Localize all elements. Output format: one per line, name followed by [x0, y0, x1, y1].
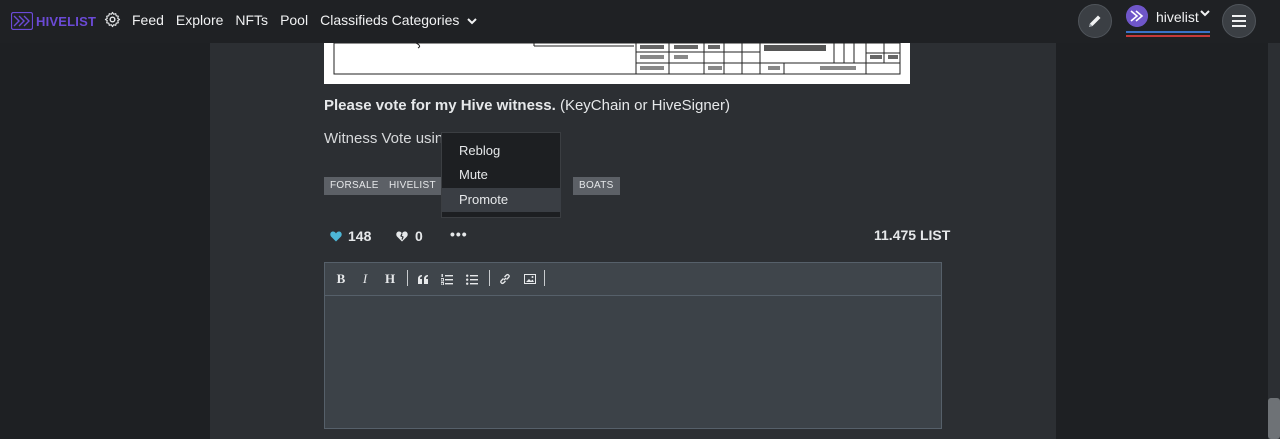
more-options-icon[interactable]: •••	[450, 226, 468, 242]
toolbar-separator	[544, 270, 545, 286]
nav-feed[interactable]: Feed	[132, 12, 164, 28]
upvote-button[interactable]: 148	[330, 228, 371, 244]
hivelist-logo[interactable]: HIVELIST	[11, 12, 96, 30]
comment-editor: B I H	[324, 262, 942, 429]
scrollbar-thumb[interactable]	[1268, 398, 1280, 439]
mute-menu-item[interactable]: Mute	[442, 163, 561, 187]
top-navbar: HIVELIST Feed Explore NFTs Pool Classifi…	[0, 0, 1280, 43]
promote-menu-item[interactable]: Promote	[442, 188, 561, 212]
nav-nfts[interactable]: NFTs	[235, 12, 268, 28]
avatar	[1126, 5, 1148, 27]
tag-forsale[interactable]: FORSALE	[324, 177, 385, 195]
chevron-down-icon	[1200, 10, 1210, 17]
post-payout: 11.475 LIST	[874, 227, 951, 243]
page-scrollbar[interactable]	[1268, 43, 1280, 439]
broken-heart-icon	[396, 231, 408, 241]
tag-boats[interactable]: BOATS	[573, 177, 620, 195]
hivelist-logo-icon	[11, 12, 33, 30]
comment-textarea[interactable]	[325, 296, 941, 428]
nav-classifieds-categories[interactable]: Classifieds Categories	[320, 12, 477, 28]
menu-icon	[1232, 15, 1246, 27]
image-button[interactable]	[521, 270, 539, 288]
italic-button[interactable]: I	[356, 270, 374, 288]
toolbar-separator	[407, 270, 408, 286]
tag-hivelist[interactable]: HIVELIST	[383, 177, 442, 195]
quote-button[interactable]	[414, 270, 432, 288]
nav-classifieds-label: Classifieds Categories	[320, 12, 460, 28]
unordered-list-button[interactable]	[463, 270, 481, 288]
hamburger-menu-button[interactable]	[1222, 4, 1256, 38]
heading-button[interactable]: H	[381, 270, 399, 288]
gear-icon[interactable]	[104, 11, 121, 28]
user-power-bar	[1126, 31, 1210, 33]
ordered-list-icon	[441, 273, 453, 285]
image-icon	[524, 274, 536, 284]
downvote-count: 0	[415, 228, 423, 244]
reblog-menu-item[interactable]: Reblog	[442, 139, 561, 163]
logo-text: HIVELIST	[36, 13, 97, 29]
ordered-list-button[interactable]	[438, 270, 456, 288]
upvote-count: 148	[348, 228, 372, 244]
witness-vote-bold: Please vote for my Hive witness.	[324, 97, 556, 114]
user-rc-bar	[1126, 35, 1210, 37]
user-menu[interactable]: hivelist	[1126, 5, 1212, 37]
main-nav: Feed Explore NFTs Pool Classifieds Categ…	[132, 12, 489, 28]
witness-vote-prompt: Please vote for my Hive witness. (KeyCha…	[324, 97, 730, 114]
downvote-button[interactable]: 0	[396, 228, 423, 244]
quote-icon	[417, 274, 428, 284]
username: hivelist	[1156, 9, 1199, 25]
witness-vote-using: Witness Vote using	[324, 130, 452, 147]
editor-toolbar: B I H	[325, 263, 941, 296]
post-options-dropdown: Reblog Mute Promote	[441, 132, 561, 218]
unordered-list-icon	[466, 274, 478, 285]
create-post-button[interactable]	[1078, 4, 1112, 38]
witness-vote-rest: (KeyChain or HiveSigner)	[555, 97, 731, 114]
heart-icon	[330, 231, 342, 241]
toolbar-separator	[489, 270, 490, 286]
bold-button[interactable]: B	[332, 270, 350, 288]
nav-explore[interactable]: Explore	[176, 12, 223, 28]
link-icon	[500, 273, 510, 285]
nav-pool[interactable]: Pool	[280, 12, 308, 28]
pencil-icon	[1089, 15, 1101, 27]
post-image	[324, 43, 910, 84]
link-button[interactable]	[496, 270, 514, 288]
chevron-down-icon	[467, 18, 477, 25]
